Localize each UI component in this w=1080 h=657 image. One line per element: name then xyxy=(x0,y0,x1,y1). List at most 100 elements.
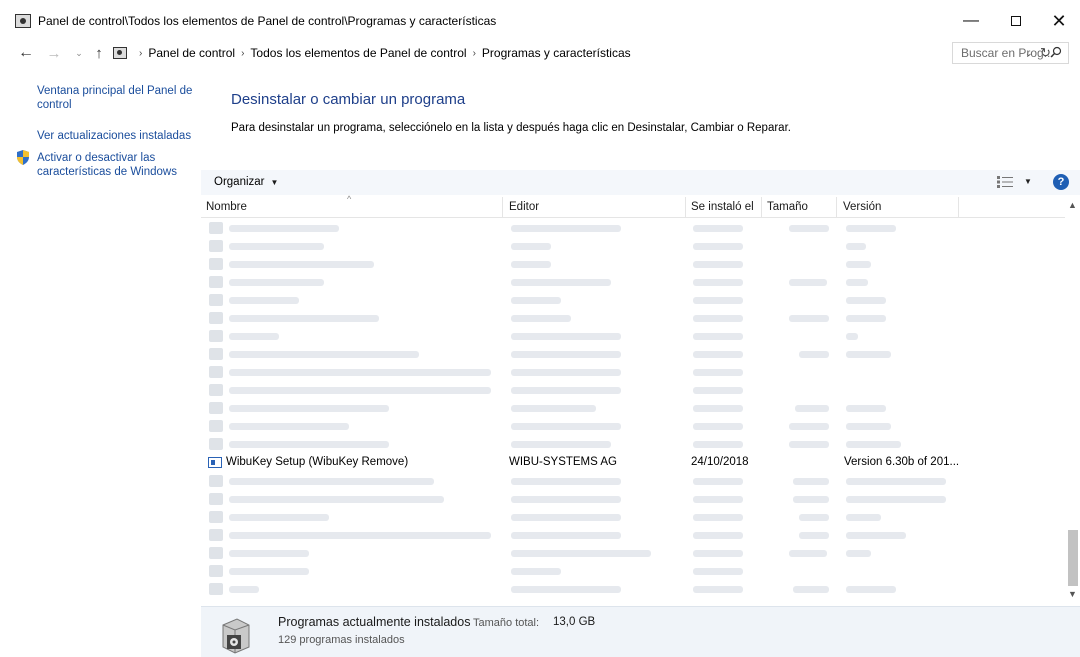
total-size-value: 13,0 GB xyxy=(553,616,596,628)
search-input[interactable]: Buscar en Prog... xyxy=(952,42,1069,64)
total-size-label: Tamaño total: xyxy=(473,617,540,629)
maximize-button[interactable] xyxy=(993,6,1039,36)
column-divider[interactable] xyxy=(761,197,762,218)
page-title: Desinstalar o cambiar un programa xyxy=(231,91,466,108)
cell-version: Version 6.30b of 201... xyxy=(844,456,960,468)
list-item[interactable] xyxy=(201,255,1065,273)
column-header-size[interactable]: Tamaño xyxy=(767,201,808,217)
program-icon xyxy=(209,493,223,505)
program-icon xyxy=(209,402,223,414)
program-icon xyxy=(209,529,223,541)
list-item[interactable] xyxy=(201,472,1065,490)
breadcrumb-panel-de-control[interactable]: Panel de control xyxy=(148,46,235,60)
cell-installed: 24/10/2018 xyxy=(691,456,749,468)
list-item[interactable] xyxy=(201,417,1065,435)
cell-editor: WIBU-SYSTEMS AG xyxy=(509,456,617,468)
list-item[interactable] xyxy=(201,291,1065,309)
program-icon xyxy=(209,312,223,324)
column-header-version[interactable]: Versión xyxy=(843,201,881,217)
program-icon xyxy=(209,583,223,595)
scrollbar-thumb[interactable] xyxy=(1068,530,1078,586)
details-pane: Programas actualmente instalados Tamaño … xyxy=(201,606,1080,657)
program-icon xyxy=(209,565,223,577)
column-divider[interactable] xyxy=(836,197,837,218)
column-divider[interactable] xyxy=(502,197,503,218)
list-item[interactable] xyxy=(201,345,1065,363)
maximize-icon xyxy=(1011,16,1021,26)
program-icon xyxy=(209,438,223,450)
sort-ascending-icon: ^ xyxy=(347,194,352,204)
close-button[interactable]: ✕ xyxy=(1036,6,1080,36)
breadcrumb-programas[interactable]: Programas y características xyxy=(482,46,631,60)
details-title: Programas actualmente instalados xyxy=(278,615,471,629)
table-row-wibukey[interactable]: WibuKey Setup (WibuKey Remove) WIBU-SYST… xyxy=(201,454,1065,472)
list-item[interactable] xyxy=(201,327,1065,345)
column-divider[interactable] xyxy=(958,197,959,218)
program-icon xyxy=(209,258,223,270)
control-panel-icon xyxy=(15,14,31,28)
minimize-button[interactable]: — xyxy=(948,6,994,36)
list-item[interactable] xyxy=(201,580,1065,598)
list-item[interactable] xyxy=(201,526,1065,544)
column-header-editor[interactable]: Editor xyxy=(509,201,539,217)
help-icon[interactable]: ? xyxy=(1053,174,1069,190)
address-bar[interactable]: › Panel de control › Todos los elementos… xyxy=(110,42,1051,64)
breadcrumb-separator[interactable]: › xyxy=(473,48,476,59)
list-item[interactable] xyxy=(201,508,1065,526)
program-icon xyxy=(209,330,223,342)
list-item[interactable] xyxy=(201,381,1065,399)
up-button[interactable]: ↑ xyxy=(90,43,108,63)
program-icon xyxy=(208,457,222,468)
program-icon xyxy=(209,420,223,432)
column-header-installed[interactable]: Se instaló el xyxy=(691,201,754,217)
sidebar-item-windows-features[interactable]: Activar o desactivar las características… xyxy=(37,151,197,179)
column-header-nombre[interactable]: Nombre xyxy=(206,201,247,217)
recent-locations-button[interactable]: ⌄ xyxy=(70,43,88,63)
scroll-up-button[interactable]: ▲ xyxy=(1068,200,1077,210)
list-item[interactable] xyxy=(201,435,1065,453)
breadcrumb-separator[interactable]: › xyxy=(139,48,142,59)
program-icon xyxy=(209,475,223,487)
organize-button[interactable]: Organizar ▼ xyxy=(214,176,278,188)
program-icon xyxy=(209,276,223,288)
program-icon xyxy=(209,366,223,378)
list-item[interactable] xyxy=(201,309,1065,327)
shield-icon xyxy=(17,150,29,165)
list-item[interactable] xyxy=(201,399,1065,417)
back-button[interactable]: ← xyxy=(17,43,35,63)
search-icon[interactable] xyxy=(1050,46,1062,58)
control-panel-icon xyxy=(113,47,127,59)
details-view-icon[interactable] xyxy=(997,176,1013,188)
list-item[interactable] xyxy=(201,273,1065,291)
scroll-down-button[interactable]: ▼ xyxy=(1068,589,1077,599)
vertical-scrollbar[interactable]: ▲ ▼ xyxy=(1066,197,1080,605)
view-options-dropdown[interactable]: ▼ xyxy=(1024,177,1032,186)
column-divider[interactable] xyxy=(685,197,686,218)
column-header-row: ^ Nombre Editor Se instaló el Tamaño Ver… xyxy=(201,194,1065,218)
list-item[interactable] xyxy=(201,490,1065,508)
list-item[interactable] xyxy=(201,219,1065,237)
sidebar-item-view-updates[interactable]: Ver actualizaciones instaladas xyxy=(37,129,197,143)
list-item[interactable] xyxy=(201,363,1065,381)
list-item[interactable] xyxy=(201,237,1065,255)
chevron-down-icon: ▼ xyxy=(270,177,279,187)
organize-label: Organizar xyxy=(214,176,265,188)
sidebar-item-control-panel-home[interactable]: Ventana principal del Panel de control xyxy=(37,84,197,112)
cell-name: WibuKey Setup (WibuKey Remove) xyxy=(226,456,409,468)
program-icon xyxy=(209,348,223,360)
program-icon xyxy=(209,547,223,559)
list-item[interactable] xyxy=(201,544,1065,562)
program-icon xyxy=(209,294,223,306)
program-icon xyxy=(209,240,223,252)
program-list[interactable]: WibuKey Setup (WibuKey Remove) WIBU-SYST… xyxy=(201,219,1065,605)
program-icon xyxy=(209,384,223,396)
forward-button[interactable]: → xyxy=(45,43,63,63)
title-bar: Panel de control\Todos los elementos de … xyxy=(0,0,1080,40)
breadcrumb-separator[interactable]: › xyxy=(241,48,244,59)
window-title: Panel de control\Todos los elementos de … xyxy=(38,14,497,28)
command-bar: Organizar ▼ ▼ ? xyxy=(201,170,1080,195)
breadcrumb-todos-los-elementos[interactable]: Todos los elementos de Panel de control xyxy=(250,46,466,60)
sidebar: Ventana principal del Panel de control V… xyxy=(0,70,200,657)
list-item[interactable] xyxy=(201,562,1065,580)
installed-programs-icon xyxy=(222,618,250,654)
